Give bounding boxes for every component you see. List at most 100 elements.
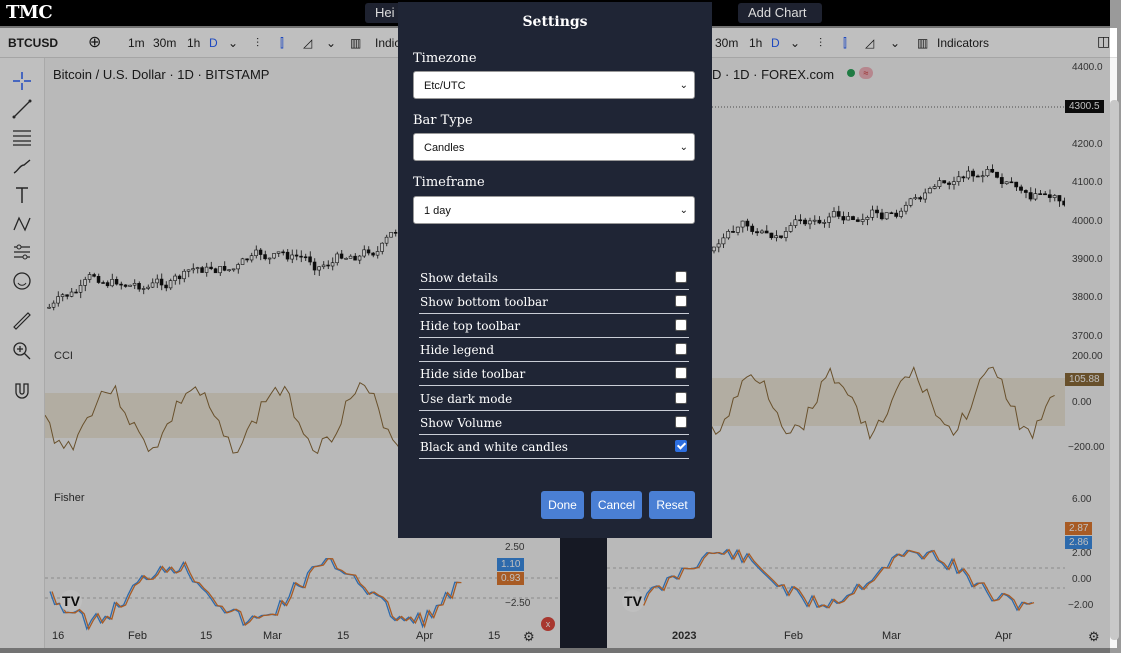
candle [971, 170, 975, 177]
candle [803, 219, 807, 225]
candle [1057, 195, 1062, 202]
interval-30m[interactable]: 30m [153, 36, 176, 50]
candle [745, 220, 750, 227]
bar-type-select[interactable]: Candles ⌄ [413, 133, 695, 161]
indicators-button[interactable]: Indic [375, 36, 400, 50]
show-bottom-toolbar-checkbox[interactable] [675, 295, 687, 307]
indicators-icon[interactable]: ▥ [350, 36, 361, 50]
candle [951, 181, 956, 185]
chevron-down-icon[interactable]: ⌄ [326, 36, 336, 50]
area-chart-icon[interactable]: ◿ [865, 36, 874, 50]
interval-1h[interactable]: 1h [749, 36, 762, 50]
pattern-icon[interactable] [11, 213, 33, 235]
candle [1023, 190, 1028, 193]
camera-icon[interactable]: ◫ [1097, 33, 1110, 50]
option-show-details[interactable]: Show details [419, 266, 689, 290]
option-show-bottom-toolbar[interactable]: Show bottom toolbar [419, 290, 689, 314]
use-dark-mode-checkbox[interactable] [675, 392, 687, 404]
interval-d[interactable]: D [209, 36, 218, 50]
candle [357, 255, 362, 261]
candles-icon[interactable]: ⫿ [843, 36, 847, 51]
interval-1h[interactable]: 1h [187, 36, 200, 50]
candle [389, 232, 393, 238]
settings-dialog: Settings Timezone Etc/UTC ⌄ Bar Type Cand… [398, 2, 712, 538]
prediction-icon[interactable] [11, 241, 33, 263]
option-hide-top-toolbar[interactable]: Hide top toolbar [419, 314, 689, 338]
price-axis-tick: 3800.0 [1072, 292, 1103, 303]
crosshair-icon[interactable] [11, 70, 33, 92]
option-hide-side-toolbar[interactable]: Hide side toolbar [419, 362, 689, 386]
candle [290, 254, 294, 260]
chevron-down-icon[interactable]: ⌄ [890, 36, 900, 50]
black-white-candles-checkbox[interactable] [675, 440, 687, 452]
hide-top-toolbar-checkbox[interactable] [675, 319, 687, 331]
candle [74, 291, 78, 294]
candle [1062, 200, 1065, 206]
page-scrollbar[interactable] [1110, 100, 1119, 640]
trend-line-icon[interactable] [11, 98, 33, 120]
option-black-white-candles[interactable]: Black and white candles [419, 435, 689, 459]
area-chart-icon[interactable]: ◿ [303, 36, 312, 50]
option-label: Hide legend [420, 343, 495, 357]
text-tool-icon[interactable] [11, 184, 33, 206]
candle [855, 219, 860, 222]
show-details-checkbox[interactable] [675, 271, 687, 283]
candle [923, 192, 927, 200]
hide-legend-checkbox[interactable] [675, 343, 687, 355]
candle [146, 286, 150, 289]
close-chart-icon[interactable]: x [541, 617, 555, 631]
hide-side-toolbar-checkbox[interactable] [675, 367, 687, 379]
indicators-button[interactable]: Indicators [937, 36, 989, 50]
candle [60, 294, 65, 297]
tradingview-logo-icon[interactable]: TV [60, 590, 82, 612]
emoji-icon[interactable] [11, 270, 33, 292]
done-button[interactable]: Done [541, 491, 584, 519]
timeframe-select[interactable]: 1 day ⌄ [413, 196, 695, 224]
magnet-icon[interactable] [11, 380, 33, 402]
fib-retracement-icon[interactable] [11, 126, 33, 148]
option-label: Show bottom toolbar [420, 295, 548, 309]
fisher-axis-tick: −2.50 [505, 598, 531, 609]
add-chart-button[interactable]: Add Chart [738, 3, 822, 23]
candle [335, 253, 339, 264]
candles-icon[interactable]: ⫿ [280, 36, 284, 51]
option-use-dark-mode[interactable]: Use dark mode [419, 387, 689, 411]
interval-d[interactable]: D [771, 36, 780, 50]
bar-style-icon[interactable]: ⫶ [256, 36, 259, 51]
indicators-icon[interactable]: ▥ [917, 36, 928, 50]
candle [783, 231, 788, 238]
option-hide-legend[interactable]: Hide legend [419, 338, 689, 362]
chevron-down-icon[interactable]: ⌄ [228, 36, 238, 50]
ruler-icon[interactable] [11, 310, 33, 332]
zoom-in-icon[interactable] [11, 340, 33, 362]
candle [69, 291, 74, 297]
tradingview-logo-icon[interactable]: TV [622, 590, 644, 612]
candle [227, 269, 231, 271]
candle [779, 235, 783, 238]
candle [927, 188, 932, 194]
last-price-badge: 4300.5 [1065, 100, 1104, 113]
candle [272, 253, 276, 259]
symbol-label[interactable]: BTCUSD [8, 36, 58, 50]
candle [798, 219, 803, 222]
candle [218, 266, 222, 274]
add-symbol-icon[interactable]: ⊕ [88, 32, 101, 52]
bar-style-icon[interactable]: ⫶ [819, 36, 822, 51]
candle [942, 180, 947, 184]
chevron-down-icon[interactable]: ⌄ [790, 36, 800, 50]
option-show-volume[interactable]: Show Volume [419, 411, 689, 435]
candle [254, 249, 258, 256]
candle [263, 254, 267, 260]
reset-button[interactable]: Reset [649, 491, 695, 519]
interval-1m[interactable]: 1m [128, 36, 145, 50]
gear-icon[interactable]: ⚙ [523, 629, 535, 645]
interval-30m[interactable]: 30m [715, 36, 738, 50]
cancel-button[interactable]: Cancel [591, 491, 642, 519]
gear-icon[interactable]: ⚙ [1088, 629, 1100, 645]
candle [317, 266, 321, 271]
show-volume-checkbox[interactable] [675, 416, 687, 428]
candle [860, 219, 865, 222]
candle [975, 175, 980, 178]
timezone-select[interactable]: Etc/UTC ⌄ [413, 71, 695, 99]
brush-icon[interactable] [11, 156, 33, 178]
